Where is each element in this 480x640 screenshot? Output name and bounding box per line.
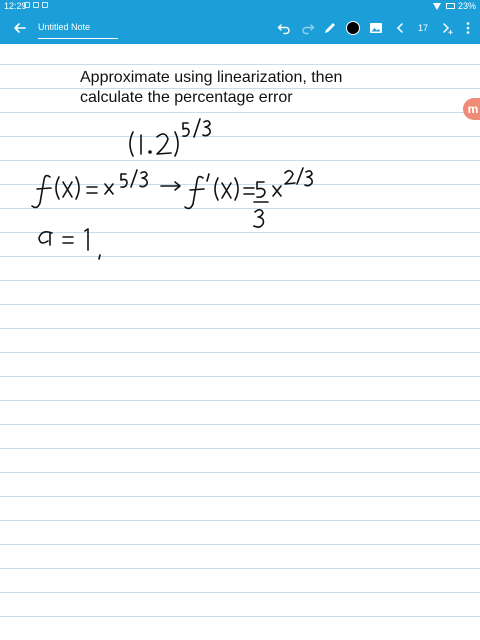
ink-a-equals-1	[38, 228, 101, 260]
ink-derivative-expression	[184, 167, 313, 228]
side-floating-badge[interactable]: m	[463, 98, 480, 120]
ink-implies-arrow	[160, 181, 181, 191]
ink-f-of-x-definition	[31, 169, 148, 209]
handwriting-canvas[interactable]	[0, 0, 480, 640]
ink-expression-1-2-power-5-3	[129, 118, 211, 157]
